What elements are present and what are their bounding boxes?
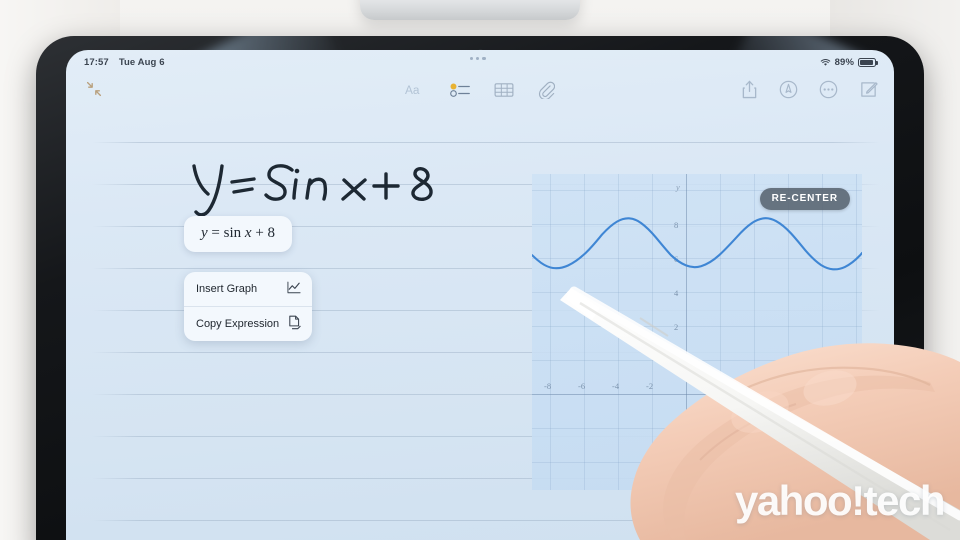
copy-expression-item[interactable]: Copy Expression bbox=[184, 307, 312, 341]
collapse-arrows-icon[interactable] bbox=[84, 79, 104, 104]
expr-x: x bbox=[244, 225, 252, 241]
sine-curve bbox=[532, 217, 862, 271]
status-time: 17:57 bbox=[84, 56, 109, 68]
expression-context-menu: Insert Graph Copy Expression bbox=[184, 272, 312, 341]
notes-toolbar: Aa bbox=[66, 74, 894, 110]
expr-sin: sin bbox=[223, 225, 242, 241]
tablet-screen: 17:57 Tue Aug 6 89% Aa y = sin x + 8 Ins… bbox=[66, 50, 894, 540]
handle-dot bbox=[470, 57, 474, 61]
recognized-expression-pill[interactable]: y = sin x + 8 bbox=[184, 216, 293, 252]
status-bar-right: 89% bbox=[820, 56, 878, 68]
status-bar-left: 17:57 Tue Aug 6 bbox=[84, 57, 165, 68]
copy-documents-icon bbox=[287, 315, 301, 333]
toolbar-center-group: Aa bbox=[405, 74, 556, 110]
rule-line bbox=[92, 142, 880, 143]
desk-object-top bbox=[360, 0, 580, 20]
compose-button[interactable] bbox=[859, 80, 878, 104]
expr-y: y bbox=[201, 225, 208, 241]
handle-dot bbox=[482, 57, 486, 61]
battery-icon bbox=[858, 57, 878, 67]
share-button[interactable] bbox=[741, 80, 758, 104]
status-bar: 17:57 Tue Aug 6 89% bbox=[66, 50, 894, 74]
status-date: Tue Aug 6 bbox=[118, 56, 165, 68]
checklist-button[interactable] bbox=[450, 82, 471, 103]
markup-button[interactable] bbox=[779, 80, 798, 104]
insert-graph-item[interactable]: Insert Graph bbox=[184, 272, 312, 306]
insert-graph-label: Insert Graph bbox=[196, 283, 258, 295]
table-button[interactable] bbox=[494, 82, 514, 103]
more-button[interactable] bbox=[819, 80, 838, 104]
multitask-handle-icon[interactable] bbox=[470, 57, 486, 61]
inserted-graph[interactable]: -8 -6 -4 -2 2 4 6 8 8 6 4 2 -2 y x RE-CE… bbox=[532, 174, 862, 490]
svg-text:Aa: Aa bbox=[405, 83, 420, 97]
text-format-button[interactable]: Aa bbox=[405, 82, 427, 103]
wifi-icon bbox=[820, 58, 830, 66]
tablet-device: 17:57 Tue Aug 6 89% Aa y = sin x + 8 Ins… bbox=[36, 36, 924, 540]
handwritten-equation[interactable] bbox=[184, 154, 464, 224]
line-chart-icon bbox=[287, 281, 301, 297]
copy-expression-label: Copy Expression bbox=[196, 318, 280, 330]
note-paper[interactable]: y = sin x + 8 Insert Graph Copy Expressi… bbox=[66, 112, 894, 540]
attachment-button[interactable] bbox=[537, 81, 556, 104]
handle-dot bbox=[476, 57, 480, 61]
expr-plus-eight: + 8 bbox=[255, 225, 276, 241]
expr-equals: = bbox=[211, 225, 220, 241]
toolbar-right-group bbox=[741, 74, 878, 110]
yahoo-tech-watermark: yahoo!tech bbox=[734, 477, 946, 524]
battery-percent-label: 89% bbox=[834, 56, 854, 68]
recenter-button[interactable]: RE-CENTER bbox=[759, 188, 850, 210]
